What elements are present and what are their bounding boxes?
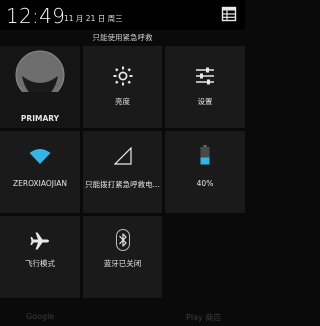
- settings-label: 设置: [197, 97, 213, 106]
- bluetooth-tile[interactable]: 蓝牙已关闭: [83, 216, 162, 298]
- user-avatar-icon: [15, 50, 65, 108]
- airplane-icon: [30, 232, 49, 250]
- quick-settings-list-icon[interactable]: [221, 6, 237, 22]
- bluetooth-label: 蓝牙已关闭: [103, 259, 142, 268]
- user-label: PRIMARY: [20, 114, 60, 123]
- wifi-label: ZEROXIAOJIAN: [13, 179, 67, 188]
- battery-label: 40%: [196, 179, 214, 188]
- background-app-label-google: Google: [26, 312, 55, 321]
- battery-tile[interactable]: 40%: [165, 131, 245, 213]
- signal-label: 只能拨打紧急呼救电...: [85, 180, 160, 189]
- user-tile[interactable]: PRIMARY: [0, 46, 80, 128]
- background-app-label-play: Play 商店: [186, 313, 222, 322]
- emergency-call-notice: 只能使用紧急呼救: [92, 33, 153, 42]
- brightness-icon: [113, 66, 133, 86]
- brightness-label: 亮度: [115, 97, 130, 106]
- clock: 12:49: [6, 4, 66, 28]
- battery-icon: [200, 145, 210, 165]
- brightness-tile[interactable]: 亮度: [83, 46, 162, 128]
- status-bar: 12:49 11 月 21 日 周三: [0, 0, 245, 30]
- wifi-icon: [29, 149, 51, 164]
- settings-tile[interactable]: 设置: [165, 46, 245, 128]
- date-label: 11 月 21 日 周三: [64, 14, 123, 23]
- wifi-tile[interactable]: ZEROXIAOJIAN: [0, 131, 80, 213]
- airplane-label: 飞行模式: [25, 259, 55, 268]
- sliders-icon: [196, 67, 214, 85]
- signal-tile[interactable]: 只能拨打紧急呼救电...: [83, 131, 162, 213]
- airplane-tile[interactable]: 飞行模式: [0, 216, 80, 298]
- signal-icon: [114, 147, 132, 165]
- bluetooth-icon: [116, 229, 130, 251]
